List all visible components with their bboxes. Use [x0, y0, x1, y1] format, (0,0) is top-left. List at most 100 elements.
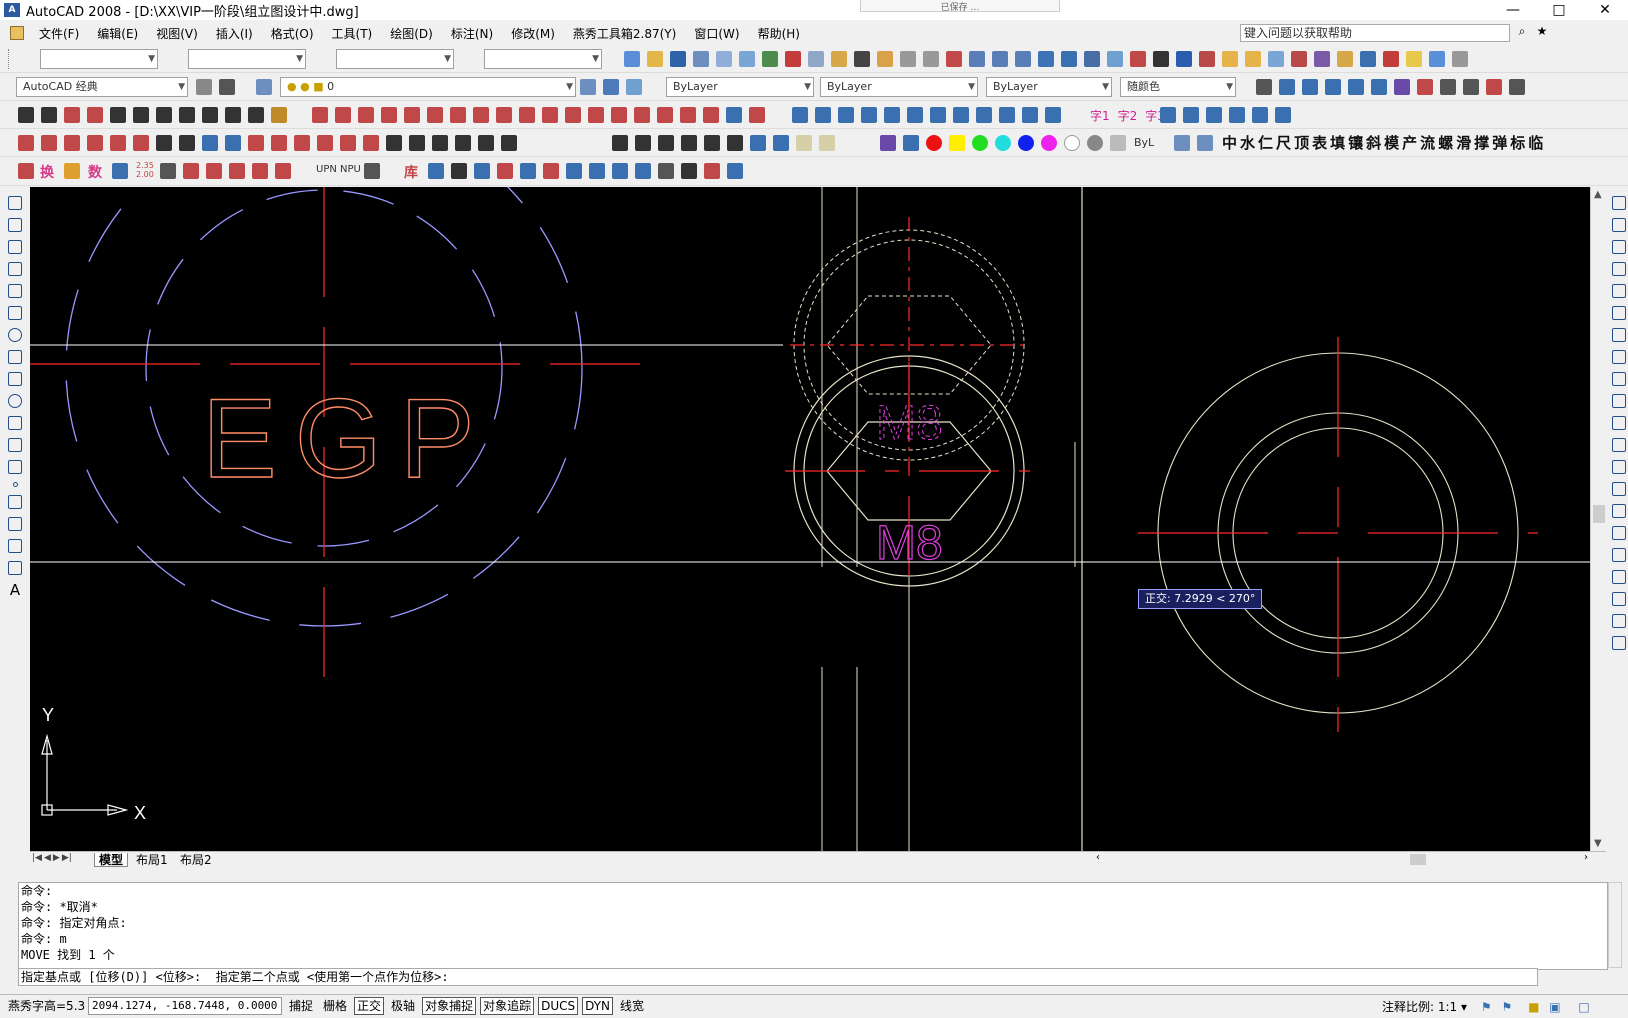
diag-tool-1-icon[interactable] — [612, 135, 628, 151]
region-icon[interactable] — [8, 539, 22, 553]
text-tool-9-icon[interactable] — [976, 107, 992, 123]
dim-tool-7-icon[interactable] — [450, 107, 466, 123]
menu-format[interactable]: 格式(O) — [262, 25, 323, 42]
dim-tool-13-icon[interactable] — [588, 107, 604, 123]
center-mark-icon[interactable] — [110, 107, 126, 123]
lock-icon[interactable]: ■ — [1528, 1000, 1539, 1014]
plotstyle-dropdown[interactable]: 随颜色 ▼ — [1120, 77, 1236, 97]
cn-tool-5-button[interactable]: 表 — [1312, 132, 1327, 153]
layer-dropdown[interactable]: ● ● ■ 0 ▼ — [280, 77, 576, 97]
search-icon[interactable]: ⌕ — [1514, 24, 1530, 40]
break-at-point-icon[interactable] — [1612, 438, 1626, 452]
text-tool-7-icon[interactable] — [930, 107, 946, 123]
part-tool-14-icon[interactable] — [727, 163, 743, 179]
misc-tool-6-icon[interactable] — [252, 163, 268, 179]
line-tool-4-icon[interactable] — [87, 135, 103, 151]
diag-tool-6-icon[interactable] — [727, 135, 743, 151]
markup-icon[interactable] — [1130, 51, 1146, 67]
dim-tool-12-icon[interactable] — [565, 107, 581, 123]
no-entry2-icon[interactable] — [156, 107, 172, 123]
line-tool-15-icon[interactable] — [340, 135, 356, 151]
dim-tool-15-icon[interactable] — [634, 107, 650, 123]
part-tool-2-icon[interactable] — [451, 163, 467, 179]
properties-icon[interactable] — [1038, 51, 1054, 67]
diag-tool-4-icon[interactable] — [681, 135, 697, 151]
yanxiu-tool-icon[interactable] — [1199, 51, 1215, 67]
text-icon[interactable] — [1256, 79, 1272, 95]
line-tool-1-icon[interactable] — [18, 135, 34, 151]
redo-icon[interactable] — [923, 51, 939, 67]
bylayer-color-button[interactable]: ByL — [1134, 136, 1154, 149]
gradient-icon[interactable] — [8, 517, 22, 531]
rect-icon[interactable] — [18, 107, 34, 123]
draworder-3-icon[interactable] — [1612, 614, 1626, 628]
clean-screen-icon[interactable]: □ — [1578, 1000, 1589, 1014]
cn-tool-0-button[interactable]: 中 — [1222, 132, 1237, 153]
tool-palettes-icon[interactable] — [1084, 51, 1100, 67]
ortho-toggle[interactable]: 正交 — [354, 996, 385, 1015]
polygon-icon[interactable] — [8, 262, 22, 276]
color-picker-icon[interactable] — [880, 135, 896, 151]
triangle-icon[interactable] — [179, 107, 195, 123]
leader-icon[interactable] — [1371, 79, 1387, 95]
dimstyle-dropdown[interactable]: ▼ — [188, 49, 306, 69]
scroll-right-icon[interactable]: › — [1584, 852, 1588, 863]
match-properties-icon[interactable] — [854, 51, 870, 67]
tablestyle-dropdown[interactable]: ▼ — [336, 49, 454, 69]
cn-tool-3-button[interactable]: 尺 — [1276, 132, 1291, 153]
calc-tool-icon[interactable] — [112, 163, 128, 179]
line-tool-20-icon[interactable] — [455, 135, 471, 151]
hatch-icon[interactable] — [202, 107, 218, 123]
bulb-on-icon[interactable] — [1406, 51, 1422, 67]
color-red-swatch[interactable] — [926, 135, 942, 151]
line-tool-17-icon[interactable] — [386, 135, 402, 151]
annotation-visibility-icon[interactable]: ⚑ — [1481, 1000, 1492, 1014]
design-center-icon[interactable] — [1061, 51, 1077, 67]
part-tool-7-icon[interactable] — [566, 163, 582, 179]
revision-cloud-icon[interactable] — [8, 350, 22, 364]
layer-quick-1-icon[interactable] — [1174, 135, 1190, 151]
line-icon[interactable] — [8, 196, 22, 210]
draworder-1-icon[interactable] — [1612, 570, 1626, 584]
copy-icon[interactable] — [808, 51, 824, 67]
cn-tool-4-button[interactable]: 顶 — [1294, 132, 1309, 153]
dim-tool-6-icon[interactable] — [427, 107, 443, 123]
dim-tool-10-icon[interactable] — [519, 107, 535, 123]
lineweight-dropdown[interactable]: ByLayer ▼ — [986, 77, 1112, 97]
cn-tool-13-button[interactable]: 滑 — [1456, 132, 1471, 153]
dim-linear-icon[interactable] — [1279, 79, 1295, 95]
folder-tool-icon[interactable] — [64, 163, 80, 179]
line-tool-10-icon[interactable] — [225, 135, 241, 151]
erase-dim-icon[interactable] — [1486, 79, 1502, 95]
text-tool-10-icon[interactable] — [999, 107, 1015, 123]
tool-icon[interactable] — [271, 107, 287, 123]
cn-tool-8-button[interactable]: 斜 — [1366, 132, 1381, 153]
color-gray-swatch[interactable] — [1087, 135, 1103, 151]
minimize-button[interactable]: — — [1490, 0, 1536, 20]
dim-tool-17-icon[interactable] — [680, 107, 696, 123]
dim-tool-14-icon[interactable] — [611, 107, 627, 123]
menu-edit[interactable]: 编辑(E) — [88, 25, 147, 42]
mirror-icon[interactable] — [1612, 240, 1626, 254]
part-tool-12-icon[interactable] — [681, 163, 697, 179]
cn-tool-14-button[interactable]: 撑 — [1474, 132, 1489, 153]
upn-button[interactable]: UPN — [316, 164, 337, 175]
layer-bulb-icon[interactable] — [1222, 51, 1238, 67]
grid-toggle[interactable]: 栅格 — [320, 997, 350, 1015]
part-tool-4-icon[interactable] — [497, 163, 513, 179]
dim-tool-4-icon[interactable] — [381, 107, 397, 123]
undo-icon[interactable] — [900, 51, 916, 67]
mark2-icon[interactable] — [87, 107, 103, 123]
dim-baseline-icon[interactable] — [1325, 79, 1341, 95]
help-icon[interactable] — [1176, 51, 1192, 67]
text-tool-11-icon[interactable] — [1022, 107, 1038, 123]
coordinate-display[interactable]: 2094.1274, -168.7448, 0.0000 — [88, 996, 282, 1015]
misc-tool-8-icon[interactable] — [364, 163, 380, 179]
tab-prev-icon[interactable]: ◀ — [44, 853, 51, 863]
toolbar-grip[interactable] — [8, 49, 11, 69]
dim-aligned-icon[interactable] — [1302, 79, 1318, 95]
rect2-icon[interactable] — [41, 107, 57, 123]
dim-tool-3-icon[interactable] — [358, 107, 374, 123]
layer-walk-icon[interactable] — [1429, 51, 1445, 67]
pan-icon[interactable] — [946, 51, 962, 67]
